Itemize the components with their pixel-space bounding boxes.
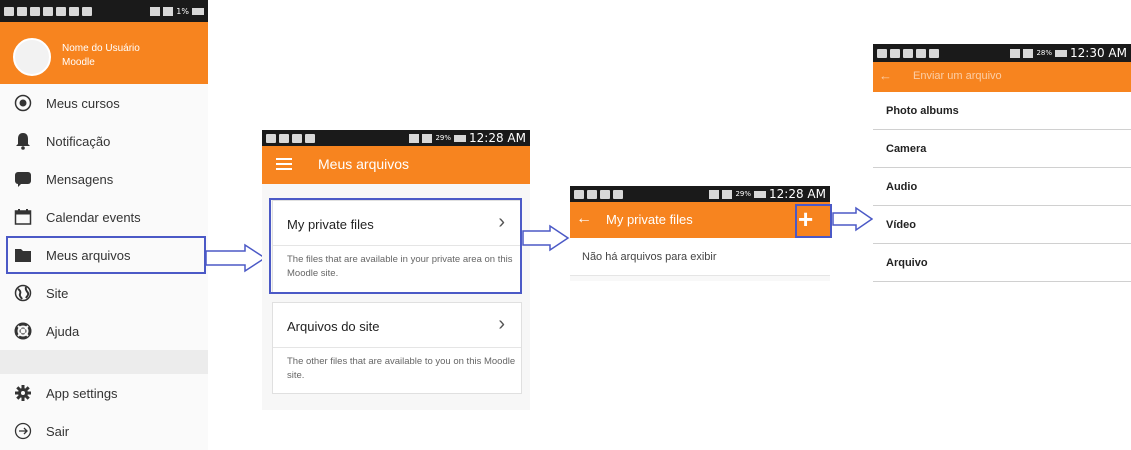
status-bar: 29% 12:28 AM bbox=[262, 130, 530, 146]
lifebuoy-icon bbox=[0, 322, 46, 340]
menu-item-mensagens[interactable]: Mensagens bbox=[0, 160, 208, 199]
private-files-screen: 29% 12:28 AM ← My private files + Não há… bbox=[570, 186, 830, 281]
status-time: 12:30 AM bbox=[1070, 46, 1127, 60]
arrow-icon bbox=[522, 224, 570, 252]
status-time: 12:28 AM bbox=[769, 187, 826, 201]
arrow-icon bbox=[205, 243, 267, 273]
menu-item-sair[interactable]: Sair bbox=[0, 412, 208, 450]
battery-percent: 29% bbox=[735, 190, 752, 198]
drawer-header: Nome do Usuário Moodle bbox=[0, 22, 208, 84]
empty-state: Não há arquivos para exibir bbox=[570, 238, 830, 276]
navigation-drawer: 1% Nome do Usuário Moodle Meus cursos No… bbox=[0, 0, 208, 450]
app-bar: ← Enviar um arquivo bbox=[873, 62, 1131, 92]
option-camera[interactable]: Camera bbox=[873, 130, 1131, 168]
menu-item-calendar-events[interactable]: Calendar events bbox=[0, 198, 208, 237]
gear-icon bbox=[0, 384, 46, 402]
bell-icon bbox=[0, 132, 46, 150]
battery-percent: 28% bbox=[1036, 49, 1053, 57]
option-audio[interactable]: Audio bbox=[873, 168, 1131, 206]
back-arrow-icon[interactable]: ← bbox=[576, 210, 592, 228]
menu-divider bbox=[0, 350, 208, 374]
menu-label: Meus cursos bbox=[46, 95, 120, 111]
menu-label: Mensagens bbox=[46, 171, 114, 187]
app-bar: ← My private files + bbox=[570, 202, 830, 238]
hamburger-menu-icon[interactable] bbox=[276, 157, 292, 176]
page-title: Enviar um arquivo bbox=[913, 70, 1002, 82]
menu-label: Ajuda bbox=[46, 323, 80, 339]
user-name: Nome do Usuário bbox=[62, 43, 140, 54]
menu-item-ajuda[interactable]: Ajuda bbox=[0, 312, 208, 351]
menu-item-meus-cursos[interactable]: Meus cursos bbox=[0, 84, 208, 123]
menu-item-notificacao[interactable]: Notificação bbox=[0, 122, 208, 161]
menu-label: Sair bbox=[46, 423, 70, 439]
empty-message: Não há arquivos para exibir bbox=[582, 251, 717, 263]
calendar-icon bbox=[0, 208, 46, 226]
option-photo-albums[interactable]: Photo albums bbox=[873, 92, 1131, 130]
logout-icon bbox=[0, 422, 46, 440]
battery-percent: 1% bbox=[176, 6, 189, 16]
status-bar: 1% bbox=[0, 0, 208, 22]
menu-label: Calendar events bbox=[46, 209, 141, 225]
page-title: Meus arquivos bbox=[318, 156, 410, 172]
user-site: Moodle bbox=[62, 57, 95, 68]
chat-bubble-icon bbox=[0, 170, 46, 188]
battery-percent: 29% bbox=[435, 134, 452, 142]
status-time: 12:28 AM bbox=[469, 131, 526, 145]
arrow-icon bbox=[832, 206, 874, 232]
menu-item-site[interactable]: Site bbox=[0, 274, 208, 313]
card-description: The other files that are available to yo… bbox=[287, 356, 516, 381]
status-bar: 29% 12:28 AM bbox=[570, 186, 830, 202]
card-arquivos-do-site[interactable]: Arquivos do site › The other files that … bbox=[272, 302, 522, 394]
highlight-box bbox=[6, 236, 206, 274]
status-bar: 28% 12:30 AM bbox=[873, 44, 1131, 62]
avatar[interactable] bbox=[13, 38, 51, 76]
card-title: Arquivos do site bbox=[287, 319, 380, 334]
app-bar: Meus arquivos bbox=[262, 146, 530, 184]
menu-item-app-settings[interactable]: App settings bbox=[0, 374, 208, 413]
radio-target-icon bbox=[0, 94, 46, 112]
highlight-box bbox=[795, 204, 832, 238]
highlight-box bbox=[269, 198, 522, 294]
menu-label: Site bbox=[46, 285, 69, 301]
chevron-right-icon: › bbox=[498, 313, 505, 335]
menu-label: Notificação bbox=[46, 133, 111, 149]
back-arrow-icon[interactable]: ← bbox=[879, 68, 892, 83]
page-title: My private files bbox=[606, 212, 693, 227]
upload-file-screen: 28% 12:30 AM ← Enviar um arquivo Photo a… bbox=[873, 44, 1131, 290]
menu-label: App settings bbox=[46, 385, 118, 401]
option-video[interactable]: Vídeo bbox=[873, 206, 1131, 244]
option-arquivo[interactable]: Arquivo bbox=[873, 244, 1131, 282]
globe-icon bbox=[0, 284, 46, 302]
